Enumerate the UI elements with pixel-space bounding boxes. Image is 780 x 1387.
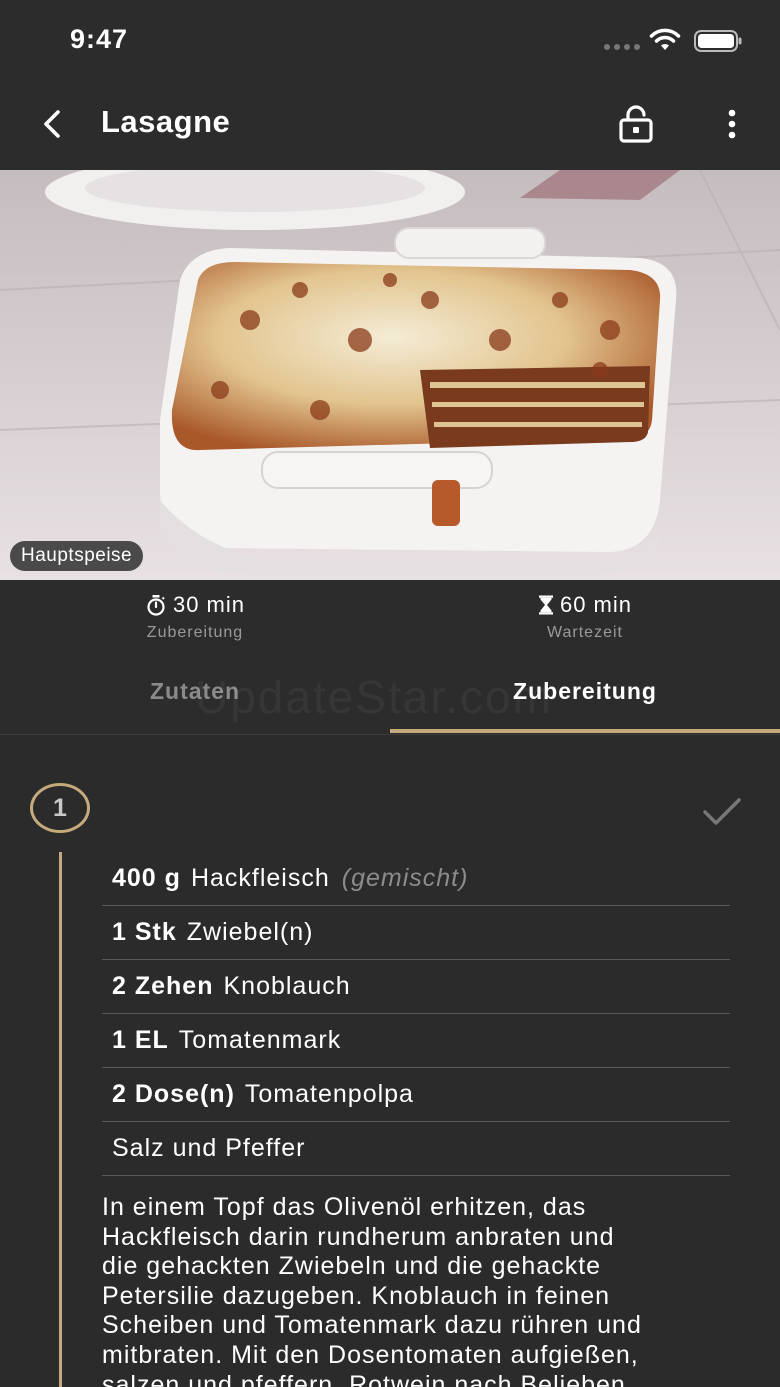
status-bar: 9:47	[0, 0, 780, 80]
tab-zubereitung[interactable]: Zubereitung	[390, 655, 780, 735]
step-instructions: In einem Topf das Olivenöl erhitzen, das…	[102, 1193, 752, 1387]
instruction-line: In einem Topf das Olivenöl erhitzen, das	[102, 1193, 587, 1221]
stopwatch-icon	[147, 595, 165, 616]
instruction-line: Petersilie dazugeben. Knoblauch in feine…	[102, 1281, 611, 1310]
checkmark-icon[interactable]	[700, 795, 744, 829]
wait-time-value: 60 min	[559, 592, 633, 617]
status-time: 9:47	[70, 24, 129, 54]
ingredient-quantity: 1 EL	[112, 1026, 169, 1054]
ingredient-note: (gemischt)	[341, 864, 469, 892]
wifi-icon	[649, 28, 681, 50]
preparation-content: 1 400 g Hackfleisch (gemischt) 1 Stk Zwi…	[0, 735, 780, 1387]
battery-icon	[694, 30, 742, 52]
step-ingredient-list: 400 g Hackfleisch (gemischt) 1 Stk Zwieb…	[102, 852, 730, 1176]
instruction-line: salzen und pfeffern. Rotwein nach Belieb…	[102, 1370, 626, 1387]
ingredient-name: Hackfleisch	[190, 864, 330, 892]
ingredient-item: 1 EL Tomatenmark	[102, 1014, 730, 1068]
page-title: Lasagne	[101, 104, 231, 139]
ingredient-item: 400 g Hackfleisch (gemischt)	[102, 852, 730, 906]
prep-time: 30 min Zubereitung	[0, 580, 390, 642]
step-number-badge: 1	[30, 783, 90, 833]
ingredient-name: Zwiebel(n)	[186, 918, 314, 946]
prep-time-label: Zubereitung	[146, 624, 244, 641]
ingredient-quantity: 2 Dose(n)	[112, 1080, 235, 1108]
ingredient-name: Tomatenpolpa	[244, 1080, 414, 1108]
ingredient-name: Salz und Pfeffer	[112, 1134, 306, 1162]
wait-time: 60 min Wartezeit	[390, 580, 780, 642]
more-options-button[interactable]	[712, 100, 752, 148]
prep-time-value: 30 min	[172, 592, 246, 617]
ingredient-item: 2 Zehen Knoblauch	[102, 960, 730, 1014]
ingredient-quantity: 2 Zehen	[112, 972, 214, 1000]
ingredient-item: Salz und Pfeffer	[102, 1122, 730, 1176]
more-vertical-icon	[728, 109, 736, 139]
lasagne-photo	[0, 170, 780, 580]
ingredient-name: Knoblauch	[223, 972, 351, 1000]
hourglass-icon	[538, 595, 553, 615]
instruction-line: mitbraten. Mit den Dosentomaten aufgieße…	[102, 1340, 639, 1369]
instruction-line: Scheiben und Tomatenmark dazu rühren und	[102, 1311, 642, 1340]
ingredient-name: Tomatenmark	[178, 1026, 342, 1054]
unlock-icon	[619, 105, 653, 143]
step-timeline-line	[59, 852, 62, 1387]
tab-bar: Zutaten Zubereitung	[0, 655, 780, 735]
category-badge: Hauptspeise	[10, 541, 144, 571]
cellular-signal-icon	[604, 44, 640, 50]
wait-time-label: Wartezeit	[547, 624, 623, 641]
chevron-left-icon	[44, 110, 60, 138]
app-header: Lasagne	[0, 80, 780, 170]
ingredient-item: 1 Stk Zwiebel(n)	[102, 906, 730, 960]
ingredient-item: 2 Dose(n) Tomatenpolpa	[102, 1068, 730, 1122]
instruction-line: Hackfleisch darin rundherum anbraten und	[102, 1222, 615, 1251]
active-tab-indicator	[390, 729, 780, 733]
tab-zutaten[interactable]: Zutaten	[0, 655, 390, 735]
recipe-image	[0, 170, 780, 580]
ingredient-quantity: 1 Stk	[112, 918, 177, 946]
back-button[interactable]	[30, 102, 74, 146]
instruction-line: die gehackten Zwiebeln und die gehackte	[102, 1252, 602, 1281]
ingredient-quantity: 400 g	[112, 864, 181, 892]
time-info: 30 min Zubereitung 60 min Wartezeit	[0, 580, 780, 655]
unlock-button[interactable]	[612, 100, 660, 148]
